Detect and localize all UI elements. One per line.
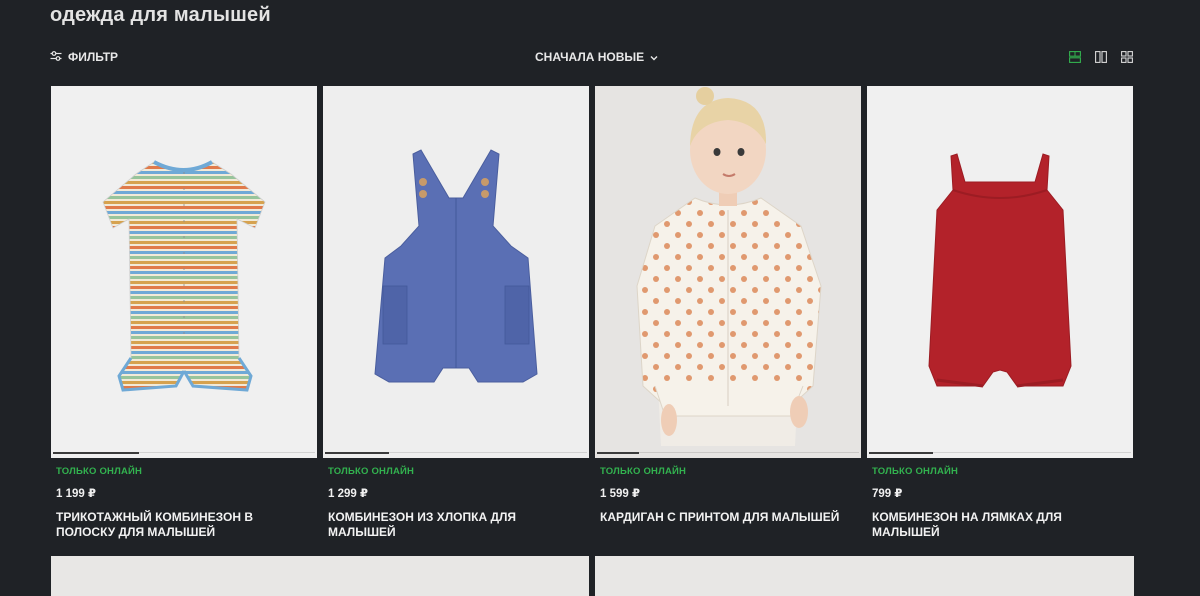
online-only-badge: ТОЛЬКО ОНЛАЙН	[56, 466, 143, 477]
product-image-striped-romper[interactable]	[51, 86, 317, 458]
image-carousel-indicator	[325, 452, 587, 454]
product-card[interactable]: ТОЛЬКО ОНЛАЙН 1 299 ₽ КОМБИНЕЗОН ИЗ ХЛОП…	[323, 86, 589, 546]
filter-label: ФИЛЬТР	[68, 50, 119, 64]
online-only-badge: ТОЛЬКО ОНЛАЙН	[872, 466, 959, 477]
image-carousel-indicator	[869, 452, 1131, 454]
toolbar: ФИЛЬТР СНАЧАЛА НОВЫЕ	[50, 50, 1134, 70]
product-name[interactable]: КАРДИГАН С ПРИНТОМ ДЛЯ МАЛЫШЕЙ	[600, 510, 850, 525]
chevron-down-icon	[650, 50, 658, 64]
sort-dropdown[interactable]: СНАЧАЛА НОВЫЕ	[535, 50, 658, 64]
product-image-red-romper[interactable]	[867, 86, 1133, 458]
image-carousel-indicator	[53, 452, 315, 454]
online-only-badge: ТОЛЬКО ОНЛАЙН	[328, 466, 415, 477]
filter-button[interactable]: ФИЛЬТР	[50, 50, 118, 64]
product-grid: ТОЛЬКО ОНЛАЙН 1 199 ₽ ТРИКОТАЖНЫЙ КОМБИН…	[51, 86, 1135, 546]
view-grid-icon[interactable]	[1120, 50, 1134, 64]
product-card[interactable]: ТОЛЬКО ОНЛАЙН 1 199 ₽ ТРИКОТАЖНЫЙ КОМБИН…	[51, 86, 317, 546]
view-large-icon[interactable]	[1068, 50, 1082, 64]
product-name[interactable]: КОМБИНЕЗОН ИЗ ХЛОПКА ДЛЯ МАЛЫШЕЙ	[328, 510, 578, 540]
product-card[interactable]: ТОЛЬКО ОНЛАЙН 799 ₽ КОМБИНЕЗОН НА ЛЯМКАХ…	[867, 86, 1133, 546]
product-price: 799 ₽	[872, 488, 903, 500]
product-price: 1 599 ₽	[600, 488, 640, 500]
product-card-next-row[interactable]	[51, 556, 589, 596]
online-only-badge: ТОЛЬКО ОНЛАЙН	[600, 466, 687, 477]
product-card[interactable]: ТОЛЬКО ОНЛАЙН 1 599 ₽ КАРДИГАН С ПРИНТОМ…	[595, 86, 861, 546]
view-two-columns-icon[interactable]	[1094, 50, 1108, 64]
product-name[interactable]: ТРИКОТАЖНЫЙ КОМБИНЕЗОН В ПОЛОСКУ ДЛЯ МАЛ…	[56, 510, 306, 540]
image-carousel-indicator	[597, 452, 859, 454]
page-title: одежда для малышей	[50, 4, 271, 26]
view-switcher	[1068, 50, 1134, 64]
sliders-icon	[50, 50, 62, 64]
product-image-girl-in-cardigan[interactable]	[595, 86, 861, 458]
product-image-blue-overalls[interactable]	[323, 86, 589, 458]
product-card-next-row[interactable]	[595, 556, 1134, 596]
product-name[interactable]: КОМБИНЕЗОН НА ЛЯМКАХ ДЛЯ МАЛЫШЕЙ	[872, 510, 1122, 540]
sort-label: СНАЧАЛА НОВЫЕ	[535, 50, 645, 64]
product-price: 1 299 ₽	[328, 488, 368, 500]
product-price: 1 199 ₽	[56, 488, 96, 500]
